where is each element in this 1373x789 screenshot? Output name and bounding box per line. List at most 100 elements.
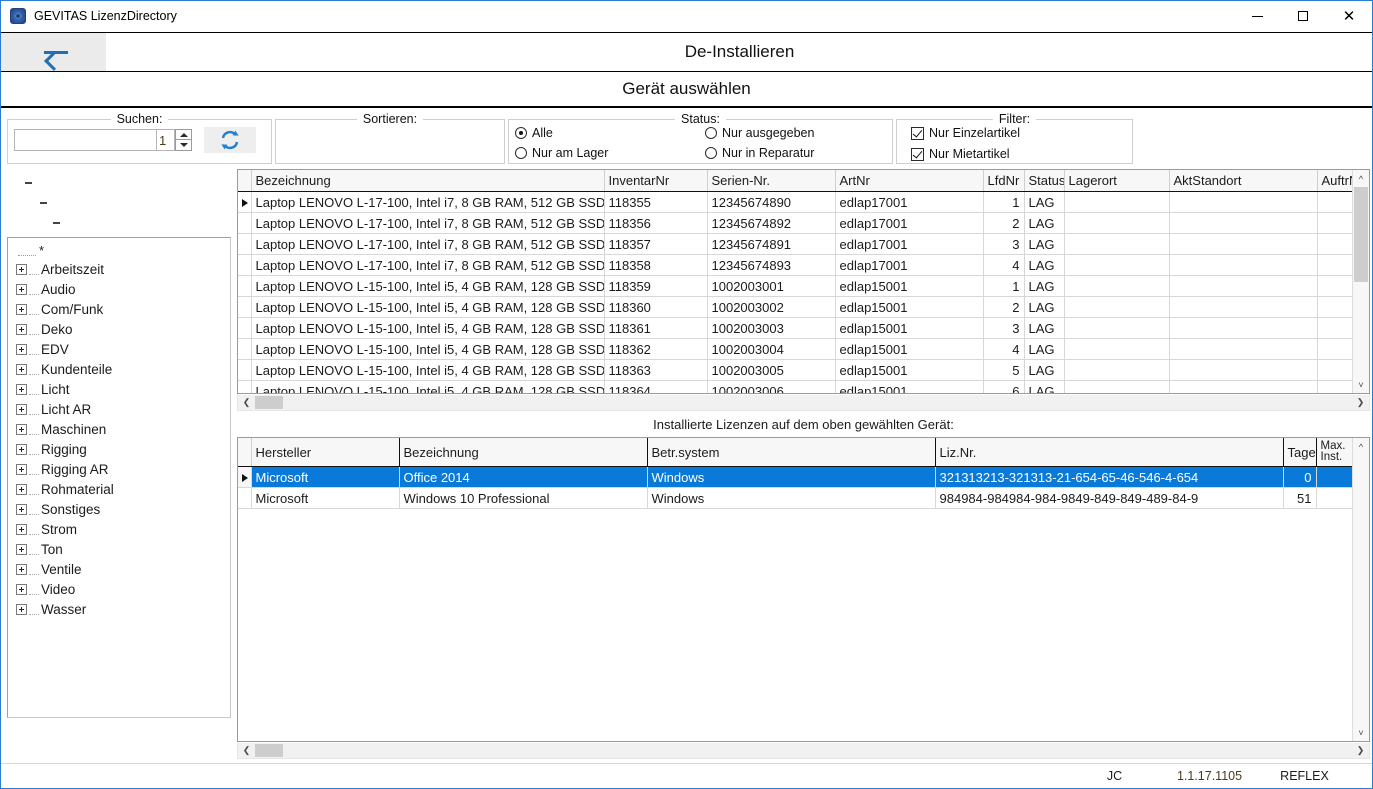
vscroll-track[interactable] [1353,187,1369,376]
filter-checkbox-einzelartikel[interactable]: Nur Einzelartikel [911,126,1126,140]
expand-icon[interactable] [16,263,27,275]
device-grid-hscrollbar[interactable]: ❮ ❯ [237,394,1370,411]
table-row[interactable]: Laptop LENOVO L-17-100, Intel i7, 8 GB R… [238,254,1352,276]
expand-icon[interactable] [16,283,27,295]
scroll-right-icon[interactable]: ❯ [1352,395,1369,410]
row-selector[interactable] [238,191,252,213]
hscroll-thumb[interactable] [255,396,283,409]
vscroll-track[interactable] [1353,455,1369,724]
table-row[interactable]: Microsoft Windows 10 Professional Windows 9… [238,487,1352,509]
stepper-up-icon[interactable] [175,129,192,140]
expand-icon[interactable] [16,463,27,475]
search-count-stepper[interactable] [175,129,192,151]
column-header-lfdnr[interactable]: LfdNr [983,170,1025,192]
tree-item[interactable]: Strom [8,519,230,539]
tree-item[interactable]: Ton [8,539,230,559]
column-header-bezeichnung[interactable]: Bezeichnung [251,170,605,192]
hscroll-track[interactable] [255,743,1352,758]
vscroll-thumb[interactable] [1354,187,1368,282]
expand-icon[interactable] [16,303,27,315]
expand-icon[interactable] [16,403,27,415]
scroll-right-icon[interactable]: ❯ [1352,743,1369,758]
tree-item[interactable]: Sonstiges [8,499,230,519]
row-selector[interactable] [238,233,252,255]
status-radio-nur-am-lager[interactable]: Nur am Lager [515,146,705,160]
column-header-liznr[interactable]: Liz.Nr. [935,438,1284,467]
row-selector[interactable] [238,359,252,381]
column-header-inventarnr[interactable]: InventarNr [604,170,708,192]
tree-root-item[interactable]: * [8,242,230,259]
column-header-hersteller[interactable]: Hersteller [251,438,400,467]
table-row[interactable]: Laptop LENOVO L-15-100, Intel i5, 4 GB R… [238,317,1352,339]
stepper-down-icon[interactable] [175,140,192,151]
close-icon[interactable]: ✕ [1326,1,1372,31]
status-radio-nur-in-reparatur[interactable]: Nur in Reparatur [705,146,814,160]
search-input[interactable] [14,129,157,151]
hscroll-track[interactable] [255,395,1352,410]
expand-icon[interactable] [16,343,27,355]
filter-checkbox-mietartikel[interactable]: Nur Mietartikel [911,147,1126,161]
expand-icon[interactable] [16,443,27,455]
status-radio-nur-ausgegeben[interactable]: Nur ausgegeben [705,126,814,140]
column-header-seriennr[interactable]: Serien-Nr. [707,170,836,192]
tree-item[interactable]: Licht AR [8,399,230,419]
row-selector[interactable] [238,487,252,509]
table-row[interactable]: Laptop LENOVO L-17-100, Intel i7, 8 GB R… [238,233,1352,255]
column-header-aktstandort[interactable]: AktStandort [1169,170,1318,192]
expand-icon[interactable] [16,583,27,595]
license-grid[interactable]: Hersteller Bezeichnung Betr.system Liz.N… [237,437,1370,742]
device-grid[interactable]: Bezeichnung InventarNr Serien-Nr. ArtNr … [237,169,1370,394]
scroll-left-icon[interactable]: ❮ [238,743,255,758]
table-row[interactable]: Laptop LENOVO L-15-100, Intel i5, 4 GB R… [238,338,1352,360]
tree-item[interactable]: Deko [8,319,230,339]
scroll-down-icon[interactable]: ˅ [1353,376,1369,393]
tree-item[interactable]: Maschinen [8,419,230,439]
table-row[interactable]: Laptop LENOVO L-15-100, Intel i5, 4 GB R… [238,296,1352,318]
tree-item[interactable]: Rigging AR [8,459,230,479]
table-row[interactable]: Laptop LENOVO L-15-100, Intel i5, 4 GB R… [238,275,1352,297]
scroll-down-icon[interactable]: ˅ [1353,724,1369,741]
expand-icon[interactable] [16,503,27,515]
tree-item[interactable]: Licht [8,379,230,399]
row-selector[interactable] [238,338,252,360]
expand-icon[interactable] [16,423,27,435]
scroll-left-icon[interactable]: ❮ [238,395,255,410]
category-tree[interactable]: * Arbeitszeit Audio Com/Funk Deko EDV Kundent… [7,237,231,718]
tree-item[interactable]: Rohmaterial [8,479,230,499]
device-grid-vscrollbar[interactable]: ^ ˅ [1352,170,1369,393]
expand-icon[interactable] [16,363,27,375]
scroll-up-icon[interactable]: ^ [1353,438,1369,455]
tree-item[interactable]: Wasser [8,599,230,619]
tree-item[interactable]: Video [8,579,230,599]
expand-icon[interactable] [16,483,27,495]
minimize-icon[interactable] [1234,1,1280,31]
column-header-betrsystem[interactable]: Betr.system [647,438,936,467]
license-grid-vscrollbar[interactable]: ^ ˅ [1352,438,1369,741]
tree-item[interactable]: Audio [8,279,230,299]
hscroll-thumb[interactable] [255,744,283,757]
table-row[interactable]: Microsoft Office 2014 Windows 321313213-321… [238,466,1352,488]
row-selector[interactable] [238,212,252,234]
column-header-tage[interactable]: Tage [1283,438,1317,467]
scroll-up-icon[interactable]: ^ [1353,170,1369,187]
row-selector[interactable] [238,254,252,276]
table-row[interactable]: Laptop LENOVO L-15-100, Intel i5, 4 GB R… [238,359,1352,381]
tree-item[interactable]: Ventile [8,559,230,579]
row-selector[interactable] [238,275,252,297]
expand-icon[interactable] [16,523,27,535]
expand-icon[interactable] [16,563,27,575]
column-header-lic-bezeichnung[interactable]: Bezeichnung [399,438,648,467]
row-selector[interactable] [238,466,252,488]
expand-icon[interactable] [16,543,27,555]
tree-item[interactable]: Arbeitszeit [8,259,230,279]
column-header-status[interactable]: Status [1024,170,1065,192]
tree-item[interactable]: EDV [8,339,230,359]
column-header-artnr[interactable]: ArtNr [835,170,984,192]
refresh-button[interactable] [204,127,256,153]
back-button[interactable] [1,33,107,71]
expand-icon[interactable] [16,603,27,615]
column-header-lagerort[interactable]: Lagerort [1064,170,1170,192]
status-radio-alle[interactable]: Alle [515,126,705,140]
maximize-icon[interactable] [1280,1,1326,31]
column-header-maxinst[interactable]: Max. Inst. [1316,438,1352,467]
